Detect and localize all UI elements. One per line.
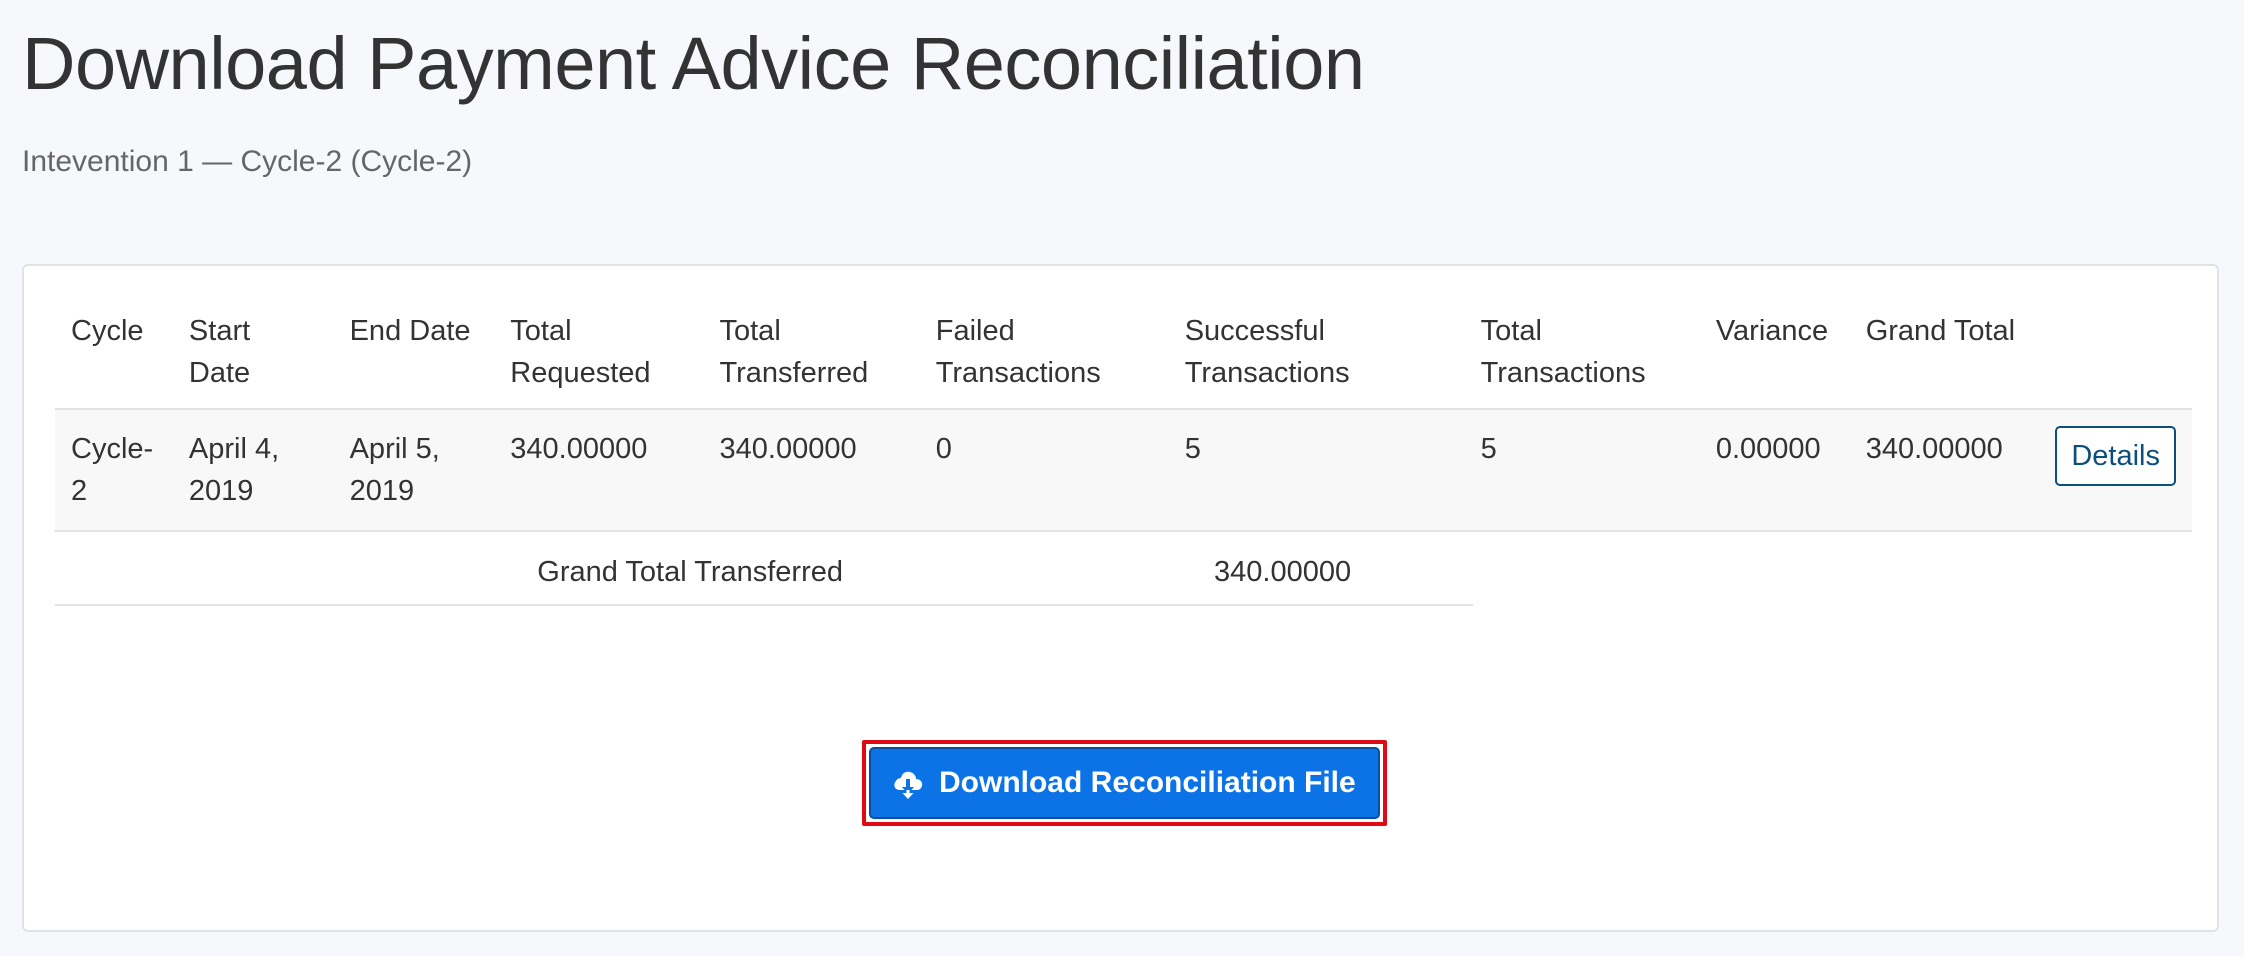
table-row: Cycle-2 April 4, 2019 April 5, 2019 340.… xyxy=(55,409,2192,531)
cell-end-date: April 5, 2019 xyxy=(349,433,440,507)
reconciliation-table: Cycle Start Date End Date Total Requeste… xyxy=(55,310,2192,532)
cell-actions: Details xyxy=(2039,409,2192,531)
header-grand-total: Grand Total xyxy=(1865,315,2016,347)
download-button-highlight: Download Reconciliation File xyxy=(862,740,1387,826)
reconciliation-card: Cycle Start Date End Date Total Requeste… xyxy=(22,264,2219,932)
details-button[interactable]: Details xyxy=(2055,426,2176,486)
header-start-date: Start Date xyxy=(188,315,251,389)
page-subtitle: Intevention 1 — Cycle-2 (Cycle-2) xyxy=(22,145,473,178)
page-title: Download Payment Advice Reconciliation xyxy=(22,22,1365,105)
cloud-download-icon xyxy=(894,771,923,799)
header-end-date: End Date xyxy=(349,315,471,347)
download-button-label: Download Reconciliation File xyxy=(939,766,1356,799)
grand-total-transferred-row: Grand Total Transferred 340.00000 xyxy=(55,528,1473,606)
header-total-transactions: Total Transactions xyxy=(1480,315,1646,389)
cell-cycle: Cycle-2 xyxy=(71,433,154,507)
header-successful-transactions: Successful Transactions xyxy=(1184,315,1350,389)
cell-total-transactions: 5 xyxy=(1480,433,1497,465)
header-actions xyxy=(2039,310,2192,409)
grand-total-transferred-label: Grand Total Transferred xyxy=(537,556,843,588)
cell-total-transferred: 340.00000 xyxy=(719,433,857,465)
cell-failed-transactions: 0 xyxy=(935,433,952,465)
header-total-requested: Total Requested xyxy=(510,315,651,389)
cell-grand-total: 340.00000 xyxy=(1865,433,2003,465)
header-variance: Variance xyxy=(1715,315,1829,347)
cell-total-requested: 340.00000 xyxy=(510,433,648,465)
table-header-row: Cycle Start Date End Date Total Requeste… xyxy=(55,310,2192,409)
header-cycle: Cycle xyxy=(71,315,144,347)
grand-total-transferred-value: 340.00000 xyxy=(1214,556,1352,588)
header-total-transferred: Total Transferred xyxy=(719,315,869,389)
download-reconciliation-file-button[interactable]: Download Reconciliation File xyxy=(869,747,1380,819)
header-failed-transactions: Failed Transactions xyxy=(935,315,1101,389)
cell-start-date: April 4, 2019 xyxy=(188,433,280,507)
cell-variance: 0.00000 xyxy=(1715,433,1821,465)
cell-successful-transactions: 5 xyxy=(1184,433,1201,465)
